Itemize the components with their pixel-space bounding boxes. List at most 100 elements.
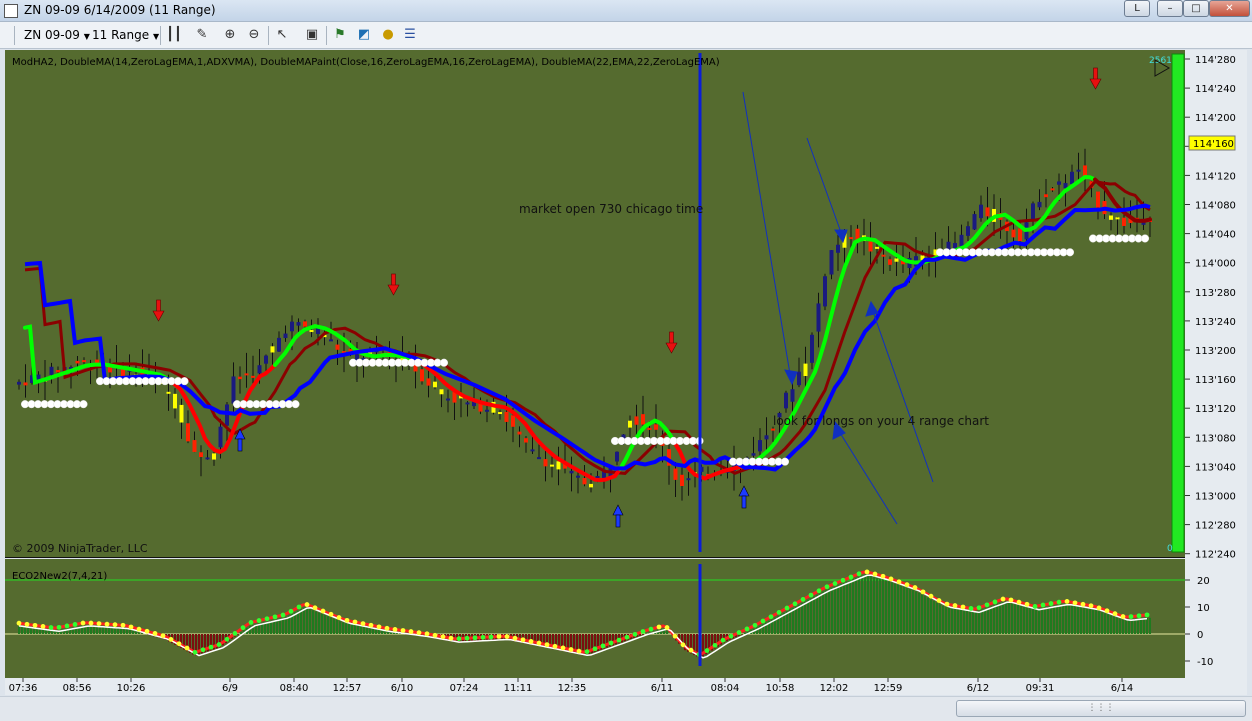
candle-body [277, 337, 281, 352]
osc-dot [616, 637, 622, 643]
osc-dot [456, 636, 462, 642]
candle-body [1109, 215, 1113, 220]
candle-body [1031, 203, 1035, 221]
osc-dot [816, 588, 822, 594]
osc-dot [792, 601, 798, 607]
close-button[interactable]: ✕ [1209, 0, 1250, 17]
osc-dot [1144, 612, 1150, 618]
candle-body [888, 259, 892, 265]
osc-dot [936, 598, 942, 603]
osc-dot [16, 620, 22, 626]
time-tick-label: 10:26 [117, 683, 146, 694]
osc-dot [264, 616, 270, 622]
osc-dot [192, 649, 198, 655]
strategies-icon[interactable]: ⚑ [332, 27, 348, 43]
osc-dot [768, 614, 774, 620]
horizontal-scrollbar[interactable]: ⋮⋮⋮ [0, 696, 1252, 721]
candle-body [595, 476, 600, 479]
osc-dot [344, 617, 350, 623]
window-title: ZN 09-09 6/14/2009 (11 Range) [24, 3, 216, 17]
osc-dot [760, 618, 766, 624]
osc-dot [328, 611, 334, 617]
coin-icon[interactable]: ● [380, 27, 396, 43]
osc-dot [320, 608, 326, 614]
chart-trader-icon[interactable]: ▣ [304, 27, 320, 43]
osc-dot [704, 648, 710, 653]
osc-dot [544, 642, 550, 648]
osc-dot [896, 579, 902, 585]
cursor-icon[interactable]: ↖ [274, 27, 290, 43]
candle-body [634, 416, 639, 425]
candle-body [784, 392, 788, 409]
link-button[interactable]: L [1124, 0, 1150, 17]
osc-dot [104, 621, 110, 627]
properties-icon[interactable]: ☰ [402, 27, 418, 43]
osc-dot [968, 606, 974, 611]
indicators-icon[interactable]: ◩ [356, 27, 372, 43]
osc-dot [632, 631, 638, 637]
candle-body [641, 414, 645, 425]
candle-body [218, 426, 223, 448]
annotation-look-for-longs: look for longs on your 4 range chart [773, 414, 989, 428]
candle-body [231, 376, 236, 404]
maximize-button[interactable]: □ [1183, 0, 1209, 17]
period-selector[interactable]: 11 Range ▼ [92, 28, 159, 42]
zoom-out-icon[interactable]: ⊖ [246, 27, 262, 43]
osc-dot [784, 605, 790, 611]
candle-body [186, 423, 190, 442]
osc-tick-label: 20 [1197, 576, 1210, 587]
price-tick-label: 113'080 [1195, 433, 1236, 444]
scroll-thumb[interactable]: ⋮⋮⋮ [956, 700, 1246, 717]
toolbar-separator [326, 26, 327, 45]
osc-dot [208, 644, 214, 650]
price-chart[interactable]: 114'280 114'240 114'200 114'160 114'120 114'0… [5, 50, 1247, 695]
instrument-label: ZN 09-09 [24, 28, 80, 42]
candle-body [816, 303, 821, 332]
candle-body [764, 435, 769, 440]
osc-dot [1008, 597, 1014, 603]
bar-type-icon[interactable]: ┃┃ [166, 27, 182, 43]
osc-tick-label: 10 [1197, 603, 1210, 614]
candle-body [439, 389, 444, 395]
time-tick-label: 07:36 [9, 683, 38, 694]
adxvma-dot [439, 358, 449, 367]
osc-dot [296, 604, 302, 610]
title-bar[interactable]: ZN 09-09 6/14/2009 (11 Range) L – □ ✕ [0, 0, 1252, 22]
candle-body [680, 474, 684, 487]
candle-body [1011, 229, 1016, 238]
osc-dot [48, 625, 54, 630]
price-tick-label: 114'280 [1195, 55, 1236, 66]
candle-body [654, 424, 658, 430]
osc-dot [680, 642, 686, 648]
candle-body [771, 428, 775, 431]
candle-body [251, 375, 255, 378]
osc-dot [136, 626, 142, 632]
osc-dot [1120, 614, 1126, 619]
candle-body [192, 440, 197, 452]
osc-dot [576, 648, 582, 654]
zoom-in-icon[interactable]: ⊕ [222, 27, 238, 43]
candle-body [264, 355, 268, 364]
draw-pencil-icon[interactable]: ✎ [194, 27, 210, 43]
minimize-button[interactable]: – [1157, 0, 1183, 17]
osc-dot [1104, 608, 1110, 614]
osc-dot [1032, 604, 1038, 609]
candle-body [1044, 194, 1048, 198]
chart-panel[interactable]: 114'280 114'240 114'200 114'160 114'120 114'0… [5, 50, 1247, 695]
osc-dot [248, 620, 254, 625]
candle-body [1122, 217, 1126, 226]
candle-body [751, 453, 756, 456]
candle-body [550, 464, 554, 467]
candle-body [23, 382, 28, 386]
osc-dot [624, 634, 630, 640]
osc-dot [184, 645, 190, 651]
osc-dot [984, 602, 990, 608]
osc-dot [464, 635, 470, 641]
instrument-selector[interactable]: ZN 09-09 ▼ [24, 28, 90, 42]
price-tick-label: 112'280 [1195, 521, 1236, 532]
candle-body [433, 381, 437, 388]
time-tick-label: 12:57 [333, 683, 362, 694]
candle-body [244, 373, 249, 376]
time-tick-label: 6/14 [1111, 683, 1133, 694]
candle-body [628, 420, 632, 428]
